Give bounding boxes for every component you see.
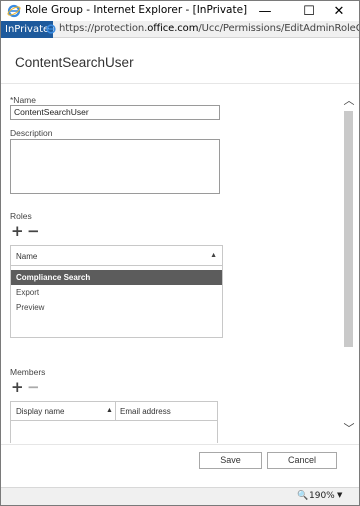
members-table: Display name ▲ Email address xyxy=(10,401,218,443)
url-text[interactable]: https://protection.office.com/Ucc/Permis… xyxy=(59,23,359,34)
vertical-scrollbar[interactable]: ︿ ﹀ xyxy=(341,93,356,441)
role-row-export[interactable]: Export xyxy=(11,285,222,300)
footer-divider xyxy=(1,444,359,445)
role-row-preview[interactable]: Preview xyxy=(11,300,222,315)
internet-explorer-icon xyxy=(7,4,21,18)
zoom-level[interactable]: 190% xyxy=(309,491,335,501)
add-member-button[interactable]: + xyxy=(11,380,24,395)
roles-column-header[interactable]: Name ▲ xyxy=(11,246,222,266)
scroll-up-icon[interactable]: ︿ xyxy=(342,95,356,107)
roles-name-column: Name xyxy=(16,252,38,261)
sort-ascending-icon[interactable]: ▲ xyxy=(106,407,113,414)
url-path: /Ucc/Permissions/EditAdminRoleGroup.aspx… xyxy=(198,23,359,34)
remove-role-button[interactable]: − xyxy=(27,224,40,239)
zoom-dropdown-icon[interactable]: ▼ xyxy=(337,491,342,499)
minimize-button[interactable]: — xyxy=(245,1,285,21)
description-label: Description xyxy=(10,128,53,138)
name-field[interactable]: ContentSearchUser xyxy=(10,105,220,120)
close-button[interactable]: ✕ xyxy=(319,1,359,21)
roles-label: Roles xyxy=(10,211,32,221)
cancel-button[interactable]: Cancel xyxy=(267,452,337,469)
save-button[interactable]: Save xyxy=(199,452,262,469)
display-name-column[interactable]: Display name xyxy=(16,407,64,416)
roles-table: Name ▲ Compliance Search Export Preview xyxy=(10,245,223,338)
browser-window: Role Group - Internet Explorer - [InPriv… xyxy=(0,0,360,506)
header-divider xyxy=(1,83,359,84)
address-bar[interactable]: InPrivate https://protection.office.com/… xyxy=(1,21,359,38)
url-domain: office.com xyxy=(147,23,199,34)
add-role-button[interactable]: + xyxy=(11,224,24,239)
dialog-title: ContentSearchUser xyxy=(15,55,134,70)
sort-ascending-icon[interactable]: ▲ xyxy=(210,252,217,259)
window-title: Role Group - Internet Explorer - [InPriv… xyxy=(25,4,248,16)
zoom-icon[interactable]: 🔍 xyxy=(297,491,308,501)
page-icon xyxy=(46,24,56,34)
title-bar: Role Group - Internet Explorer - [InPriv… xyxy=(1,1,359,21)
status-bar: 🔍 190% ▼ xyxy=(1,487,359,505)
url-prefix: https://protection. xyxy=(59,23,148,34)
members-label: Members xyxy=(10,367,46,377)
name-label: *Name xyxy=(10,95,36,105)
email-address-column[interactable]: Email address xyxy=(120,407,171,416)
scroll-down-icon[interactable]: ﹀ xyxy=(342,423,356,435)
remove-member-button: − xyxy=(27,378,40,396)
description-field[interactable] xyxy=(10,139,220,194)
scroll-thumb[interactable] xyxy=(344,111,353,347)
role-row-compliance-search[interactable]: Compliance Search xyxy=(11,270,222,285)
members-column-header: Display name ▲ Email address xyxy=(11,402,217,421)
column-divider[interactable] xyxy=(115,402,116,421)
